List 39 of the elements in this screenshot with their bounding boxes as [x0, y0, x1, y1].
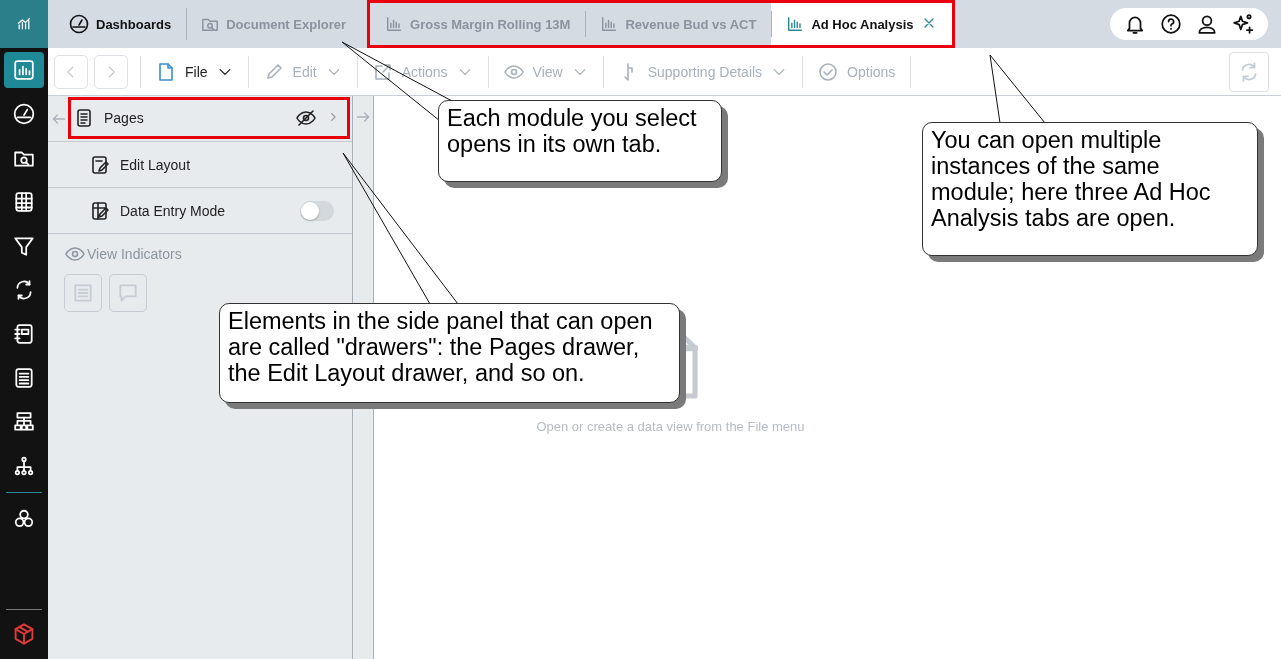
eye-off-icon	[296, 108, 316, 128]
empty-state-message: Open or create a data view from the File menu	[536, 419, 805, 434]
tab[interactable]: Gross Margin Rolling 13M	[370, 3, 586, 45]
org-tree-icon	[13, 455, 35, 477]
comment-icon	[117, 282, 139, 304]
gauge-icon	[13, 103, 35, 125]
gauge-icon	[69, 14, 89, 34]
toggle-switch[interactable]	[300, 200, 334, 221]
check-circle-icon	[818, 61, 839, 82]
list-icon	[72, 282, 94, 304]
bar-chart-icon	[786, 15, 805, 33]
drawer[interactable]: Edit Layout	[69, 142, 352, 187]
cube-logo-icon	[12, 622, 36, 646]
bar-chart-icon	[385, 15, 404, 33]
grid-edit-icon	[90, 200, 110, 221]
drawer[interactable]: Data Entry Mode	[69, 188, 352, 233]
filter-icon	[13, 235, 35, 257]
expand-icon	[372, 61, 393, 82]
hierarchy-icon	[13, 411, 35, 433]
user-icon	[1196, 13, 1218, 35]
tab[interactable]: Dashboards	[54, 0, 187, 48]
document-icon	[156, 61, 176, 82]
bar-chart-icon	[13, 59, 35, 81]
drawer[interactable]: Pages	[68, 97, 350, 139]
toolbar-menu[interactable]: File	[147, 61, 242, 82]
help-icon	[1160, 13, 1182, 35]
tab[interactable]: Document Explorer	[186, 0, 362, 48]
sparkle-icon	[1232, 13, 1254, 35]
chart-logo-icon	[16, 16, 32, 32]
spreadsheet-icon	[13, 191, 35, 213]
eye-icon	[65, 244, 85, 264]
notebook-icon	[13, 323, 35, 345]
tab[interactable]: Revenue Bud vs ACT	[585, 3, 772, 45]
bar-chart-icon	[600, 15, 619, 33]
cluster-icon	[13, 508, 35, 530]
report-icon	[13, 367, 35, 389]
layout-edit-icon	[90, 154, 110, 175]
tab[interactable]: Ad Hoc Analysis	[771, 3, 952, 45]
page-icon	[74, 108, 94, 128]
